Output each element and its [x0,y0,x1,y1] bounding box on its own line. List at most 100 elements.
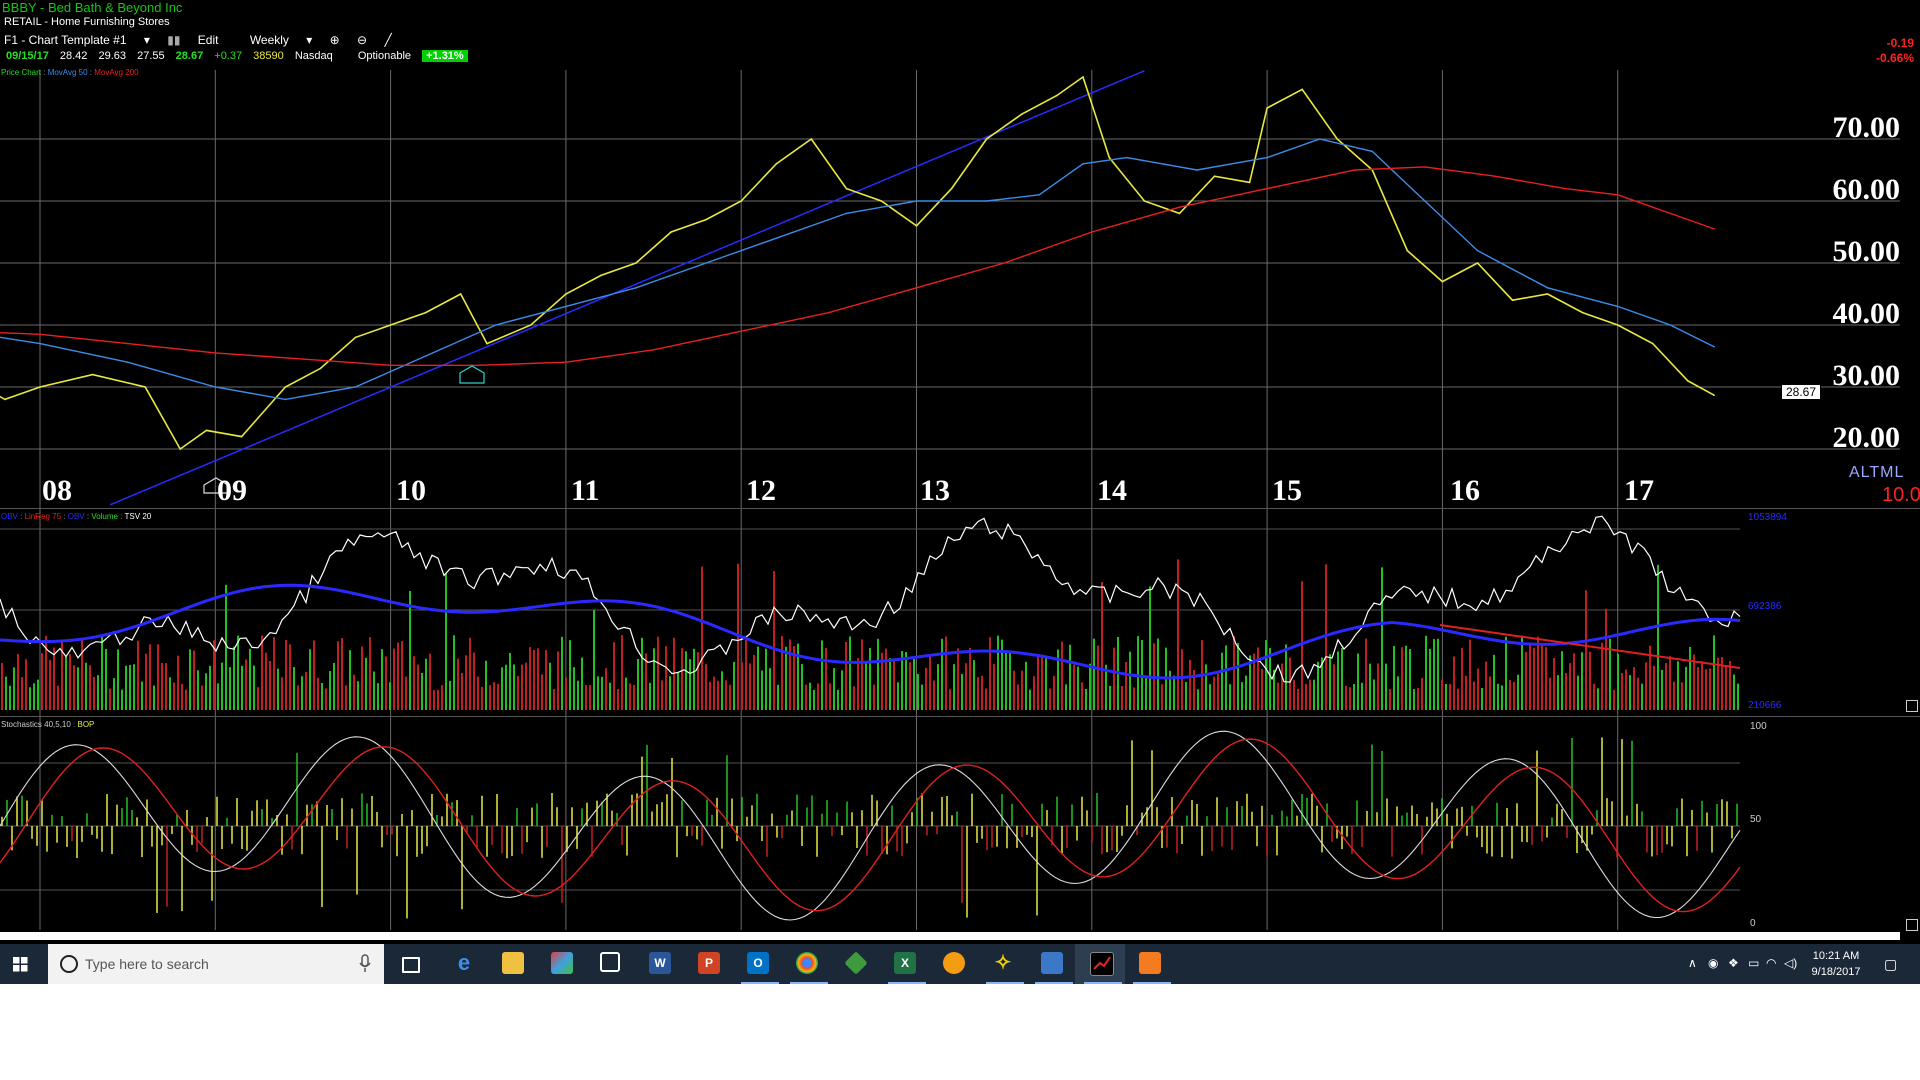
pane-separator[interactable] [0,508,1920,509]
legend-movavg-200: MovAvg 200 [94,68,139,77]
edit-button[interactable]: ▮▮ Edit [167,33,232,47]
start-button[interactable] [0,944,40,984]
runner-icon[interactable]: ✧ [992,952,1014,974]
zoom-out-icon[interactable]: ⊖ [357,33,367,47]
data-point [39,333,41,336]
battery-icon[interactable]: ▭ [1748,956,1759,970]
data-point [1196,169,1198,171]
period-dropdown[interactable]: Weekly ▾ [250,33,312,47]
data-point [1336,138,1338,140]
outlook-icon[interactable]: O [747,952,769,974]
data-point [240,435,243,438]
data-point [302,358,304,360]
taskbar-clock[interactable]: 10:21 AM 9/18/2017 [1806,948,1866,980]
legend-obv-2: OBV [67,512,85,521]
zoom-in-icon[interactable]: ⊕ [330,33,340,47]
data-point [1441,280,1444,283]
pane-separator[interactable] [0,716,1920,717]
quote-exchange: Nasdaq [294,50,333,62]
price-axis-label: 50.00 [1832,235,1901,268]
dropbox-icon[interactable]: ❖ [1728,956,1739,970]
data-point [565,361,567,364]
data-point [1476,262,1479,264]
data-point [389,364,392,367]
price-legend: Price Chart : MovAvg 50 : MovAvg 200 [1,68,139,77]
office-app-icon[interactable] [1139,952,1161,974]
microphone-icon[interactable] [358,954,372,974]
year-label: 11 [571,474,600,507]
data-point [740,330,742,333]
data-point [1082,163,1084,165]
template-dropdown[interactable]: F1 - Chart Template #1 ▾ [4,33,150,47]
change-percent: -0.66% [1875,51,1914,65]
series-line-movavg-200 [0,166,1715,366]
data-point [486,342,488,345]
horizontal-scrollbar[interactable] [0,932,1900,940]
data-point [1108,156,1111,159]
data-point [705,262,707,264]
data-point [1546,293,1549,295]
year-label: 17 [1624,474,1654,507]
pane-collapse-button[interactable] [1906,919,1918,931]
clock-date: 9/18/2017 [1811,966,1861,978]
store-icon[interactable] [600,952,620,972]
data-point [652,349,655,351]
data-point [1713,228,1715,230]
search-placeholder: Type here to search [85,956,209,972]
data-point [1091,231,1093,233]
data-point [389,324,392,326]
data-point [1581,311,1584,314]
legend-tsv: TSV 20 [124,512,152,521]
data-point [1038,194,1040,196]
vmware-icon[interactable] [1041,952,1063,974]
year-label: 16 [1450,474,1480,507]
pane-collapse-button[interactable] [1906,700,1918,712]
excel-icon[interactable]: X [894,952,916,974]
data-point [1213,175,1216,177]
chrome-icon[interactable] [796,952,818,974]
volume-icon[interactable]: ◁) [1784,956,1797,970]
data-point [1652,342,1654,345]
taskbar-search-box[interactable]: Type here to search [48,944,384,984]
data-point [845,212,848,215]
data-point [1424,166,1426,168]
price-axis-label: 20.00 [1832,421,1901,454]
data-point [4,398,6,401]
file-explorer-icon[interactable] [502,952,524,974]
data-point [985,200,988,202]
altml-value: 10.0 [1882,484,1920,506]
wifi-icon[interactable]: ◠ [1766,956,1776,970]
task-view-icon[interactable] [402,957,420,973]
legend-volume: Volume [91,512,118,521]
word-icon[interactable]: W [649,952,671,974]
data-point [1616,324,1619,326]
tray-chevron-icon[interactable]: ∧ [1688,956,1697,970]
data-point [214,352,217,354]
stoch-scale-50: 50 [1750,814,1762,825]
quote-high: 29.63 [98,50,127,62]
action-center-icon[interactable]: ▢ [1884,956,1897,973]
draw-line-icon[interactable]: ╱ [384,33,391,47]
stock-chart-icon[interactable] [1090,952,1114,976]
data-point [424,311,427,314]
stoch-legend: Stochastics 40,5,10 : BOP [1,720,95,729]
network-tool-icon[interactable] [844,951,868,975]
powerpoint-icon[interactable]: P [698,952,720,974]
data-point [1082,76,1084,78]
clock-time: 10:21 AM [1812,950,1860,962]
photos-icon[interactable] [551,952,573,974]
industry-label: RETAIL - Home Furnishing Stores [4,16,170,28]
tray-record-icon[interactable]: ◉ [1708,956,1718,970]
data-point [1318,138,1321,140]
legend-obv: OBV [1,512,18,521]
quote-low: 27.55 [137,50,165,62]
price-axis-label: 60.00 [1832,173,1901,206]
data-point [1266,187,1268,190]
data-point [144,386,146,388]
data-point [775,237,778,239]
messenger-icon[interactable] [943,952,965,974]
symbol-title[interactable]: BBBY - Bed Bath & Beyond Inc [2,0,182,15]
series-line-movavg-50 [0,138,1715,401]
data-point [1546,287,1549,289]
edge-icon[interactable]: e [453,952,475,974]
